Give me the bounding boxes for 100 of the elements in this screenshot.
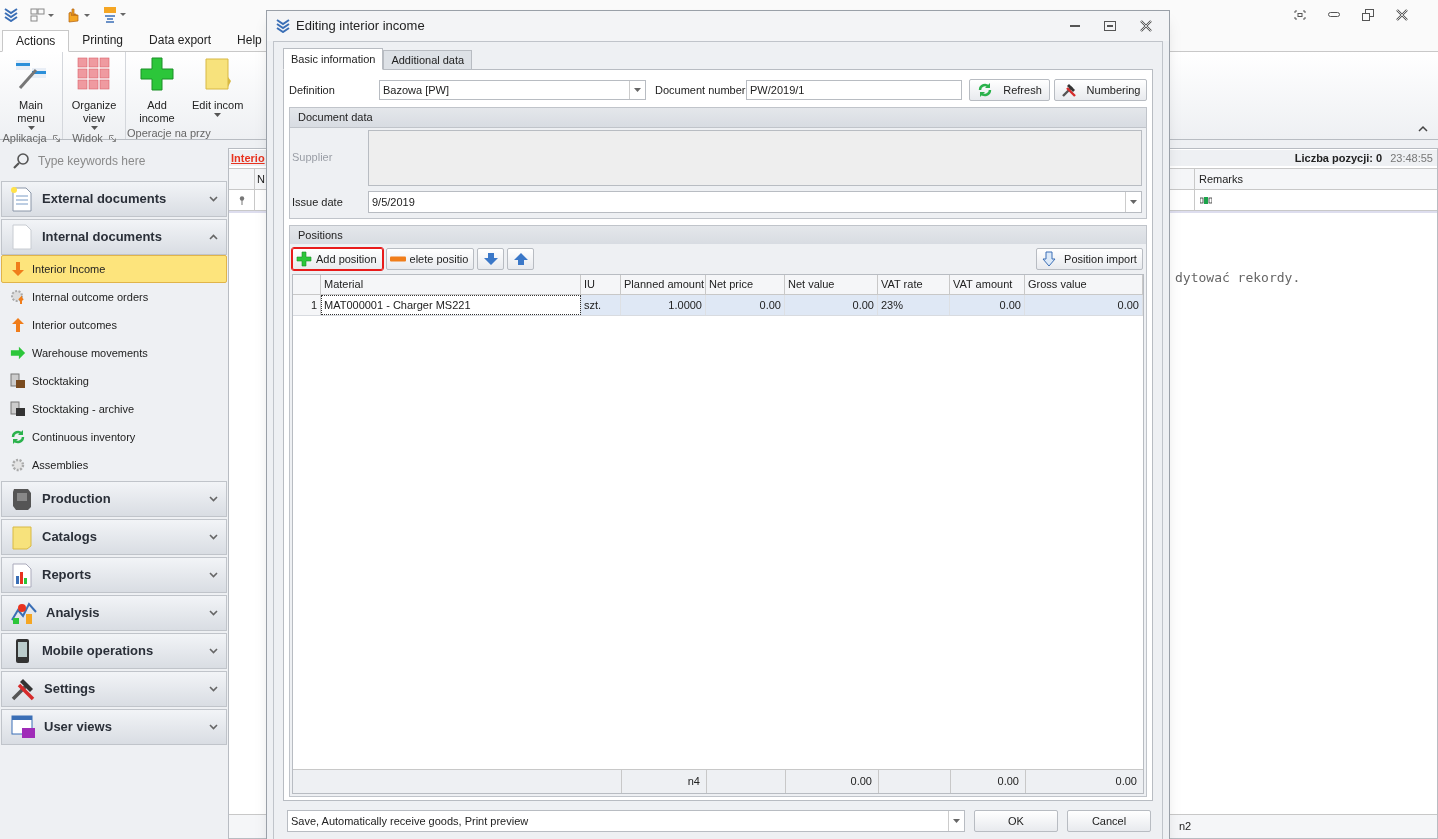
navigation-item[interactable]: Assemblies xyxy=(1,451,227,479)
table-cell: 0.00 xyxy=(1025,295,1143,315)
ribbon-button[interactable]: Main menu xyxy=(1,52,61,130)
supplier-field[interactable] xyxy=(368,130,1142,186)
group-label: Operacje na przy xyxy=(127,125,211,141)
column-header[interactable]: Remarks xyxy=(1199,170,1243,188)
summary-value: 0.00 xyxy=(1115,774,1137,790)
navigation-group-header[interactable]: User views xyxy=(1,709,227,745)
column-header[interactable]: N xyxy=(257,170,265,188)
close-icon[interactable] xyxy=(1396,9,1408,21)
column-header[interactable]: Net value xyxy=(785,275,878,295)
group-label: Widok xyxy=(72,130,103,146)
clock-time: 23:48:55 xyxy=(1390,150,1433,166)
column-header[interactable]: IU xyxy=(581,275,621,295)
table-row[interactable]: 1 MAT000001 - Charger MS221 szt. 1.0000 0.00 0.00 23% 0.00 0.00 xyxy=(293,295,1143,316)
navigation-group-header[interactable]: External documents xyxy=(1,181,227,217)
ribbon-button[interactable]: Organize view xyxy=(64,52,124,130)
down-arrow-icon xyxy=(11,261,25,277)
move-down-button[interactable] xyxy=(477,248,505,270)
column-header[interactable]: Net price xyxy=(706,275,785,295)
hand-icon[interactable] xyxy=(66,7,90,23)
column-header[interactable]: VAT amount xyxy=(950,275,1025,295)
up-arrow-icon xyxy=(513,253,528,265)
navigation-group-header[interactable]: Production xyxy=(1,481,227,517)
navigation-group-header[interactable]: Analysis xyxy=(1,595,227,631)
ok-button[interactable]: OK xyxy=(974,810,1058,832)
field-label: Supplier xyxy=(292,150,334,165)
up-arrow-icon xyxy=(11,317,25,333)
fullscreen-icon[interactable] xyxy=(1294,10,1306,20)
spellcheck-icon[interactable] xyxy=(102,6,126,24)
dialog-launcher-icon[interactable] xyxy=(108,134,116,142)
navigation-group-header[interactable]: Internal documents xyxy=(1,219,227,255)
collapse-ribbon-icon[interactable] xyxy=(1418,125,1428,133)
table-cell: MAT000001 - Charger MS221 xyxy=(321,295,581,315)
ribbon-button[interactable]: Add income xyxy=(127,52,187,125)
notepad-icon xyxy=(10,524,34,550)
text-filter-icon[interactable] xyxy=(1200,196,1212,204)
navigation-item[interactable]: Warehouse movements xyxy=(1,339,227,367)
tools-icon xyxy=(10,676,36,702)
minimize-icon[interactable] xyxy=(1070,24,1080,28)
menu-window-icon xyxy=(14,57,48,91)
window-list-icon xyxy=(10,714,36,740)
navigation-group-header[interactable]: Mobile operations xyxy=(1,633,227,669)
restore-icon[interactable] xyxy=(1362,9,1374,21)
maximize-icon[interactable] xyxy=(1104,21,1116,31)
tab[interactable]: Basic information xyxy=(283,48,384,70)
ribbon-button[interactable]: Edit incom xyxy=(189,52,247,125)
cancel-button[interactable]: Cancel xyxy=(1067,810,1151,832)
numbering-button[interactable]: Numbering xyxy=(1054,79,1147,101)
navigation-item[interactable]: Stocktaking - archive xyxy=(1,395,227,423)
navigation-group-header[interactable]: Catalogs xyxy=(1,519,227,555)
column-header[interactable]: Material xyxy=(321,275,581,295)
import-arrow-icon xyxy=(1042,251,1057,267)
ribbon-tab[interactable]: Data export xyxy=(136,29,225,51)
empty-message: dytować rekordy. xyxy=(1175,269,1301,287)
tab[interactable]: Additional data xyxy=(383,50,473,70)
summary-value: n4 xyxy=(687,774,700,790)
refresh-icon xyxy=(10,429,26,445)
document-number-field[interactable]: PW/2019/1 xyxy=(746,80,962,100)
navigation-item[interactable]: Internal outcome orders xyxy=(1,283,227,311)
refresh-button[interactable]: Refresh xyxy=(969,79,1050,101)
dropdown-icon xyxy=(953,819,960,823)
table-cell: 0.00 xyxy=(950,295,1025,315)
footer-summary: n2 xyxy=(1179,819,1192,835)
delete-position-button[interactable]: elete positio xyxy=(385,248,475,270)
definition-combo[interactable]: Bazowa [PW] xyxy=(379,80,646,100)
position-import-button[interactable]: Position import xyxy=(1036,248,1143,270)
navigation-item[interactable]: Continuous inventory xyxy=(1,423,227,451)
field-label: Document number xyxy=(655,82,746,98)
add-position-button[interactable]: Add position xyxy=(292,248,383,270)
row-number: 1 xyxy=(293,295,321,315)
ribbon-tab[interactable]: Help xyxy=(224,29,275,51)
view-title-link[interactable]: Interio xyxy=(231,149,265,167)
action-combo[interactable]: Save, Automatically receive goods, Print preview xyxy=(287,810,965,832)
app-logo-icon[interactable] xyxy=(4,8,18,22)
navigation-item[interactable]: Stocktaking xyxy=(1,367,227,395)
table-cell: 23% xyxy=(878,295,950,315)
close-icon[interactable] xyxy=(1140,20,1152,32)
record-count: Liczba pozycji: 0 xyxy=(1294,150,1383,166)
document-icon xyxy=(10,186,34,212)
pin-icon xyxy=(238,195,245,205)
ribbon-tab[interactable]: Actions xyxy=(2,30,70,52)
right-arrow-icon xyxy=(10,346,26,360)
bar-chart-icon xyxy=(10,562,34,588)
navigation-item[interactable]: Interior outcomes xyxy=(1,311,227,339)
navigation-group-header[interactable]: Reports xyxy=(1,557,227,593)
column-header[interactable]: Gross value xyxy=(1025,275,1143,295)
column-header[interactable]: VAT rate xyxy=(878,275,950,295)
printer-icon xyxy=(10,486,34,512)
app-logo-icon xyxy=(276,19,290,33)
summary-value: 0.00 xyxy=(997,774,1019,790)
minimize-icon[interactable] xyxy=(1328,12,1340,18)
ribbon-tab[interactable]: Printing xyxy=(69,29,137,51)
move-up-button[interactable] xyxy=(507,248,535,270)
issue-date-field[interactable]: 9/5/2019 xyxy=(368,191,1142,213)
navigation-item[interactable]: Interior Income xyxy=(1,255,227,283)
navigation-group-header[interactable]: Settings xyxy=(1,671,227,707)
dialog-launcher-icon[interactable] xyxy=(52,134,60,142)
folder-icon xyxy=(204,57,231,91)
column-header[interactable]: Planned amount xyxy=(621,275,706,295)
